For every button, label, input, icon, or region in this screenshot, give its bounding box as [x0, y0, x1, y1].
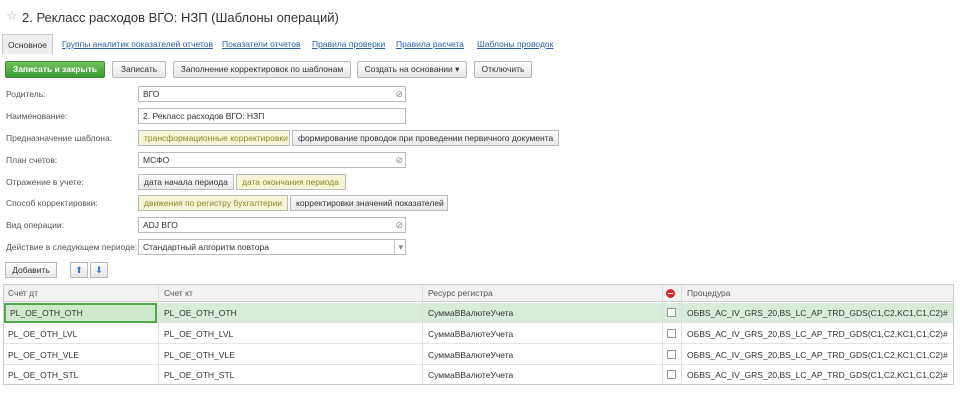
- table-row[interactable]: PL_OE_OTH_OTH PL_OE_OTH_OTH СуммаВВалюте…: [4, 303, 953, 323]
- next-action-row: Действие в следующем периоде: Стандартны…: [0, 239, 960, 256]
- method-option-register[interactable]: движения по регистру бухгалтерии: [138, 195, 288, 211]
- move-down-button[interactable]: ⬇: [90, 262, 108, 278]
- row-checkbox[interactable]: [667, 308, 676, 317]
- move-up-button[interactable]: ⬆: [70, 262, 88, 278]
- method-row: Способ корректировки: движения по регист…: [0, 195, 960, 212]
- optype-value: ADJ ВГО: [143, 220, 178, 230]
- cell-credit[interactable]: PL_OE_OTH_STL: [160, 365, 422, 385]
- chevron-down-icon[interactable]: ▾: [394, 240, 403, 254]
- tab-bar: Основное Группы аналитик показателей отч…: [0, 34, 960, 54]
- row-checkbox[interactable]: [667, 350, 676, 359]
- chart-label: План счетов:: [6, 155, 58, 165]
- name-row: Наименование: 2. Рекласс расходов ВГО: Н…: [0, 108, 960, 125]
- column-divider: [681, 285, 682, 384]
- optype-label: Вид операции:: [6, 220, 64, 230]
- link-icon[interactable]: ⊘: [395, 87, 403, 101]
- arrow-up-icon: ⬆: [75, 265, 83, 275]
- link-icon[interactable]: ⊘: [395, 153, 403, 167]
- header-credit[interactable]: Счет кт: [160, 285, 422, 302]
- arrow-down-icon: ⬇: [95, 265, 103, 275]
- parent-label: Родитель:: [6, 89, 46, 99]
- cell-debit[interactable]: PL_OE_OTH_OTH: [4, 303, 157, 323]
- table-row[interactable]: PL_OE_OTH_VLE PL_OE_OTH_VLE СуммаВВалюте…: [4, 345, 953, 365]
- tab-report-indicators[interactable]: Показатели отчетов: [222, 36, 300, 52]
- postings-table: Счет дт Счет кт Ресурс регистра Процедур…: [3, 284, 954, 385]
- title-bar: ☆ 2. Рекласс расходов ВГО: НЗП (Шаблоны …: [0, 0, 960, 34]
- stop-icon: [666, 289, 675, 298]
- cell-debit[interactable]: PL_OE_OTH_VLE: [4, 345, 157, 365]
- star-icon[interactable]: ☆: [6, 9, 18, 23]
- column-divider: [662, 285, 663, 384]
- header-procedure[interactable]: Процедура: [683, 285, 951, 302]
- tab-analytics-groups[interactable]: Группы аналитик показателей отчетов: [62, 36, 213, 52]
- next-action-select[interactable]: Стандартный алгоритм повтора ▾: [138, 239, 406, 255]
- reflection-row: Отражение в учете: дата начала периода д…: [0, 174, 960, 191]
- chevron-down-icon: ▾: [455, 64, 460, 74]
- tab-calc-rules[interactable]: Правила расчета: [396, 36, 464, 52]
- next-action-label: Действие в следующем периоде:: [6, 242, 138, 252]
- reflection-label: Отражение в учете:: [6, 177, 84, 187]
- table-row[interactable]: PL_OE_OTH_LVL PL_OE_OTH_LVL СуммаВВалюте…: [4, 324, 953, 344]
- cell-procedure[interactable]: OБВS_AC_IV_GRS_20,BS_LC_AP_TRD_GDS(C1,C2…: [683, 324, 951, 344]
- link-icon[interactable]: ⊘: [395, 218, 403, 232]
- cell-procedure[interactable]: OБВS_AC_IV_GRS_20,BS_LC_AP_TRD_GDS(C1,C2…: [683, 303, 951, 323]
- table-header: Счет дт Счет кт Ресурс регистра Процедур…: [4, 285, 953, 302]
- purpose-label: Предназначение шаблона:: [6, 133, 113, 143]
- row-checkbox[interactable]: [667, 329, 676, 338]
- disable-button[interactable]: Отключить: [474, 61, 532, 78]
- optype-row: Вид операции: ADJ ВГО ⊘: [0, 217, 960, 234]
- create-based-on-label: Создать на основании: [364, 64, 453, 74]
- chart-field[interactable]: МСФО ⊘: [138, 152, 406, 168]
- parent-row: Родитель: ВГО ⊘: [0, 86, 960, 103]
- cell-debit[interactable]: PL_OE_OTH_STL: [4, 365, 157, 385]
- cell-resource[interactable]: СуммаВВалютеУчета: [424, 345, 662, 365]
- toolbar: Записать и закрыть Записать Заполнение к…: [0, 61, 960, 79]
- parent-value: ВГО: [143, 89, 160, 99]
- cell-credit[interactable]: PL_OE_OTH_VLE: [160, 345, 422, 365]
- header-resource[interactable]: Ресурс регистра: [424, 285, 662, 302]
- next-action-value: Стандартный алгоритм повтора: [143, 242, 269, 252]
- cell-resource[interactable]: СуммаВВалютеУчета: [424, 365, 662, 385]
- cell-credit[interactable]: PL_OE_OTH_OTH: [160, 303, 422, 323]
- purpose-option-transform[interactable]: трансформационные корректировки: [138, 130, 290, 146]
- cell-resource[interactable]: СуммаВВалютеУчета: [424, 303, 662, 323]
- cell-procedure[interactable]: OБВS_AC_IV_GRS_20,BS_LC_AP_TRD_GDS(C1,C2…: [683, 365, 951, 385]
- window-title: 2. Рекласс расходов ВГО: НЗП (Шаблоны оп…: [22, 10, 339, 25]
- name-value: 2. Рекласс расходов ВГО: НЗП: [143, 111, 265, 121]
- cell-credit[interactable]: PL_OE_OTH_LVL: [160, 324, 422, 344]
- cell-resource[interactable]: СуммаВВалютеУчета: [424, 324, 662, 344]
- purpose-row: Предназначение шаблона: трансформационны…: [0, 130, 960, 147]
- cell-procedure[interactable]: OБВS_AC_IV_GRS_20,BS_LC_AP_TRD_GDS(C1,C2…: [683, 345, 951, 365]
- table-row[interactable]: PL_OE_OTH_STL PL_OE_OTH_STL СуммаВВалюте…: [4, 365, 953, 385]
- reflection-option-start[interactable]: дата начала периода: [138, 174, 234, 190]
- column-divider: [422, 285, 423, 384]
- cell-debit[interactable]: PL_OE_OTH_LVL: [4, 324, 157, 344]
- header-debit[interactable]: Счет дт: [4, 285, 157, 302]
- name-label: Наименование:: [6, 111, 68, 121]
- column-divider: [158, 285, 159, 384]
- method-label: Способ корректировки:: [6, 198, 98, 208]
- tab-main[interactable]: Основное: [2, 34, 53, 54]
- optype-field[interactable]: ADJ ВГО ⊘: [138, 217, 406, 233]
- tab-check-rules[interactable]: Правила проверки: [312, 36, 385, 52]
- create-based-on-button[interactable]: Создать на основании ▾: [357, 61, 467, 78]
- purpose-option-posting[interactable]: формирование проводок при проведении пер…: [292, 130, 559, 146]
- method-option-indicators[interactable]: корректировки значений показателей: [290, 195, 448, 211]
- save-close-button[interactable]: Записать и закрыть: [5, 61, 105, 78]
- tab-posting-templates[interactable]: Шаблоны проводок: [477, 36, 553, 52]
- name-field[interactable]: 2. Рекласс расходов ВГО: НЗП: [138, 108, 406, 124]
- fill-corrections-button[interactable]: Заполнение корректировок по шаблонам: [173, 61, 351, 78]
- row-checkbox[interactable]: [667, 370, 676, 379]
- parent-field[interactable]: ВГО ⊘: [138, 86, 406, 102]
- chart-row: План счетов: МСФО ⊘: [0, 152, 960, 169]
- table-toolbar: Добавить ⬆ ⬇: [0, 262, 960, 279]
- chart-value: МСФО: [143, 155, 170, 165]
- add-row-button[interactable]: Добавить: [5, 262, 57, 278]
- save-button[interactable]: Записать: [112, 61, 166, 78]
- reflection-option-end[interactable]: дата окончания периода: [236, 174, 346, 190]
